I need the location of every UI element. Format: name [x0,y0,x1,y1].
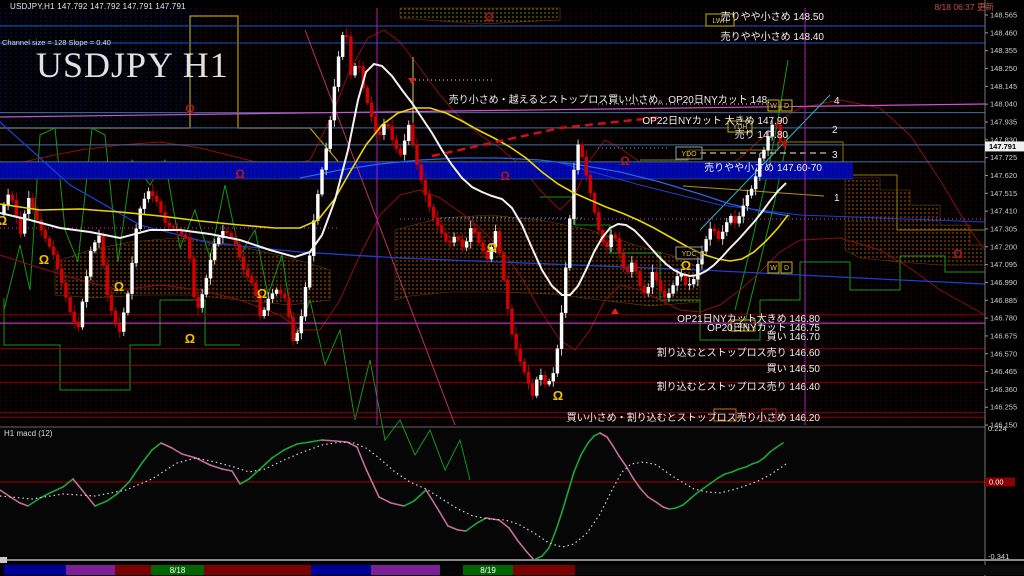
timeline-segment [204,565,311,575]
price-tick-label: 147.305 [990,224,1017,233]
count-label: 2 [832,125,838,136]
omega-gold-marker: Ω [114,279,124,294]
order-annotation: 割り込むとストップロス売り 146.40 [657,380,821,393]
price-tick-label: 146.990 [990,278,1017,287]
timeline-segment [371,565,440,575]
price-tick-label: 146.885 [990,296,1017,305]
level-tag-label: D [784,103,789,110]
price-tick-label: 147.620 [990,171,1017,180]
count-label: 3 [832,150,838,161]
price-chart-svg[interactable]: ΩΩΩΩΩΩΩΩΩΩΩΩΩΩLWHWDYDHYDOYDCWDYDL売りやや小さめ… [0,0,1024,576]
omega-gold-marker: Ω [0,213,7,228]
price-tick-label: 147.200 [990,242,1017,251]
price-tick-label: 147.935 [990,117,1017,126]
macd-main-line [669,508,676,509]
level-tag-label: W [770,103,777,110]
price-tick-label: 146.255 [990,403,1017,412]
timeline-bar[interactable]: 8/18 8/19 [4,565,1024,575]
price-tick-label: 148.250 [990,64,1017,73]
order-annotation: 売りやや小さめ 148.40 [721,30,825,43]
price-tick-label: 146.360 [990,385,1017,394]
timeline-segment [440,565,463,575]
omega-gold-marker: Ω [487,240,497,255]
level-tag-label: YDO [681,151,697,158]
price-tick-label: 147.095 [990,260,1017,269]
trading-terminal-window: ΩΩΩΩΩΩΩΩΩΩΩΩΩΩLWHWDYDHYDOYDCWDYDL売りやや小さめ… [0,0,1024,576]
omega-red-marker: Ω [235,167,245,181]
omega-gold-marker: Ω [553,388,563,403]
timeline-segment [4,565,66,575]
current-price-label: 147.791 [989,142,1016,151]
price-tick-label: 148.565 [990,11,1017,20]
price-tick-label: 148.040 [990,100,1017,109]
omega-red-marker: Ω [620,154,630,168]
count-label: 4 [834,96,840,107]
omega-gold-marker: Ω [185,331,195,346]
macd-main-line [322,440,335,441]
date-label: 8/18 [170,566,186,575]
macd-pane [0,428,985,558]
omega-gold-marker: Ω [681,258,691,273]
level-tag-label: W [770,265,777,272]
level-tag-label: D [784,265,789,272]
order-annotation: 買い 146.50 [767,363,821,375]
macd-main-line [458,530,466,531]
price-tick-label: 146.675 [990,331,1017,340]
order-annotation: 売りやや小さめ 148.50 [721,10,825,23]
macd-zero-label: 0.00 [989,478,1004,487]
price-tick-label: 148.355 [990,46,1017,55]
timeline-segment [513,565,575,575]
order-annotation: 割り込むとストップロス売り 146.60 [657,346,821,359]
omega-red-marker: Ω [953,247,963,261]
timeline-segment [311,565,371,575]
price-tick-label: 146.780 [990,314,1017,323]
macd-max-label: 0.224 [988,424,1007,433]
price-tick-label: 147.515 [990,189,1017,198]
timeline-segment [575,565,1024,575]
price-tick-label: 147.725 [990,153,1017,162]
order-annotation: OP22日NYカット 大きめ 147.90 [642,114,788,127]
omega-gold-marker: Ω [39,252,49,267]
omega-gold-marker: Ω [257,286,267,301]
omega-red-marker: Ω [484,10,494,24]
price-tick-label: 146.570 [990,349,1017,358]
count-label: 1 [834,193,840,204]
omega-red-marker: Ω [185,102,195,116]
price-tick-label: 147.410 [990,207,1017,216]
date-label: 8/19 [480,566,496,575]
price-tick-label: 146.465 [990,367,1017,376]
order-annotation: 買い 146.70 [767,331,821,343]
price-tick-label: 148.145 [990,82,1017,91]
order-annotation: 売り小さめ・越えるとストップロス買い小さめ。OP20日NYカット 148. [449,93,770,106]
order-annotation: 売り 147.80 [735,128,789,141]
timeline-segment [66,565,115,575]
timeline-segment [115,565,151,575]
level-tag-label: YDC [682,251,697,258]
order-annotation: 買い小さめ・割り込むとストップロス売り小さめ 146.20 [567,411,821,424]
price-tick-label: 148.460 [990,28,1017,37]
omega-red-marker: Ω [500,169,510,183]
order-annotation: 売りやや小さめ 147.60-70 [704,161,822,174]
chart-canvas[interactable]: ΩΩΩΩΩΩΩΩΩΩΩΩΩΩLWHWDYDHYDOYDCWDYDL売りやや小さめ… [0,0,1024,576]
